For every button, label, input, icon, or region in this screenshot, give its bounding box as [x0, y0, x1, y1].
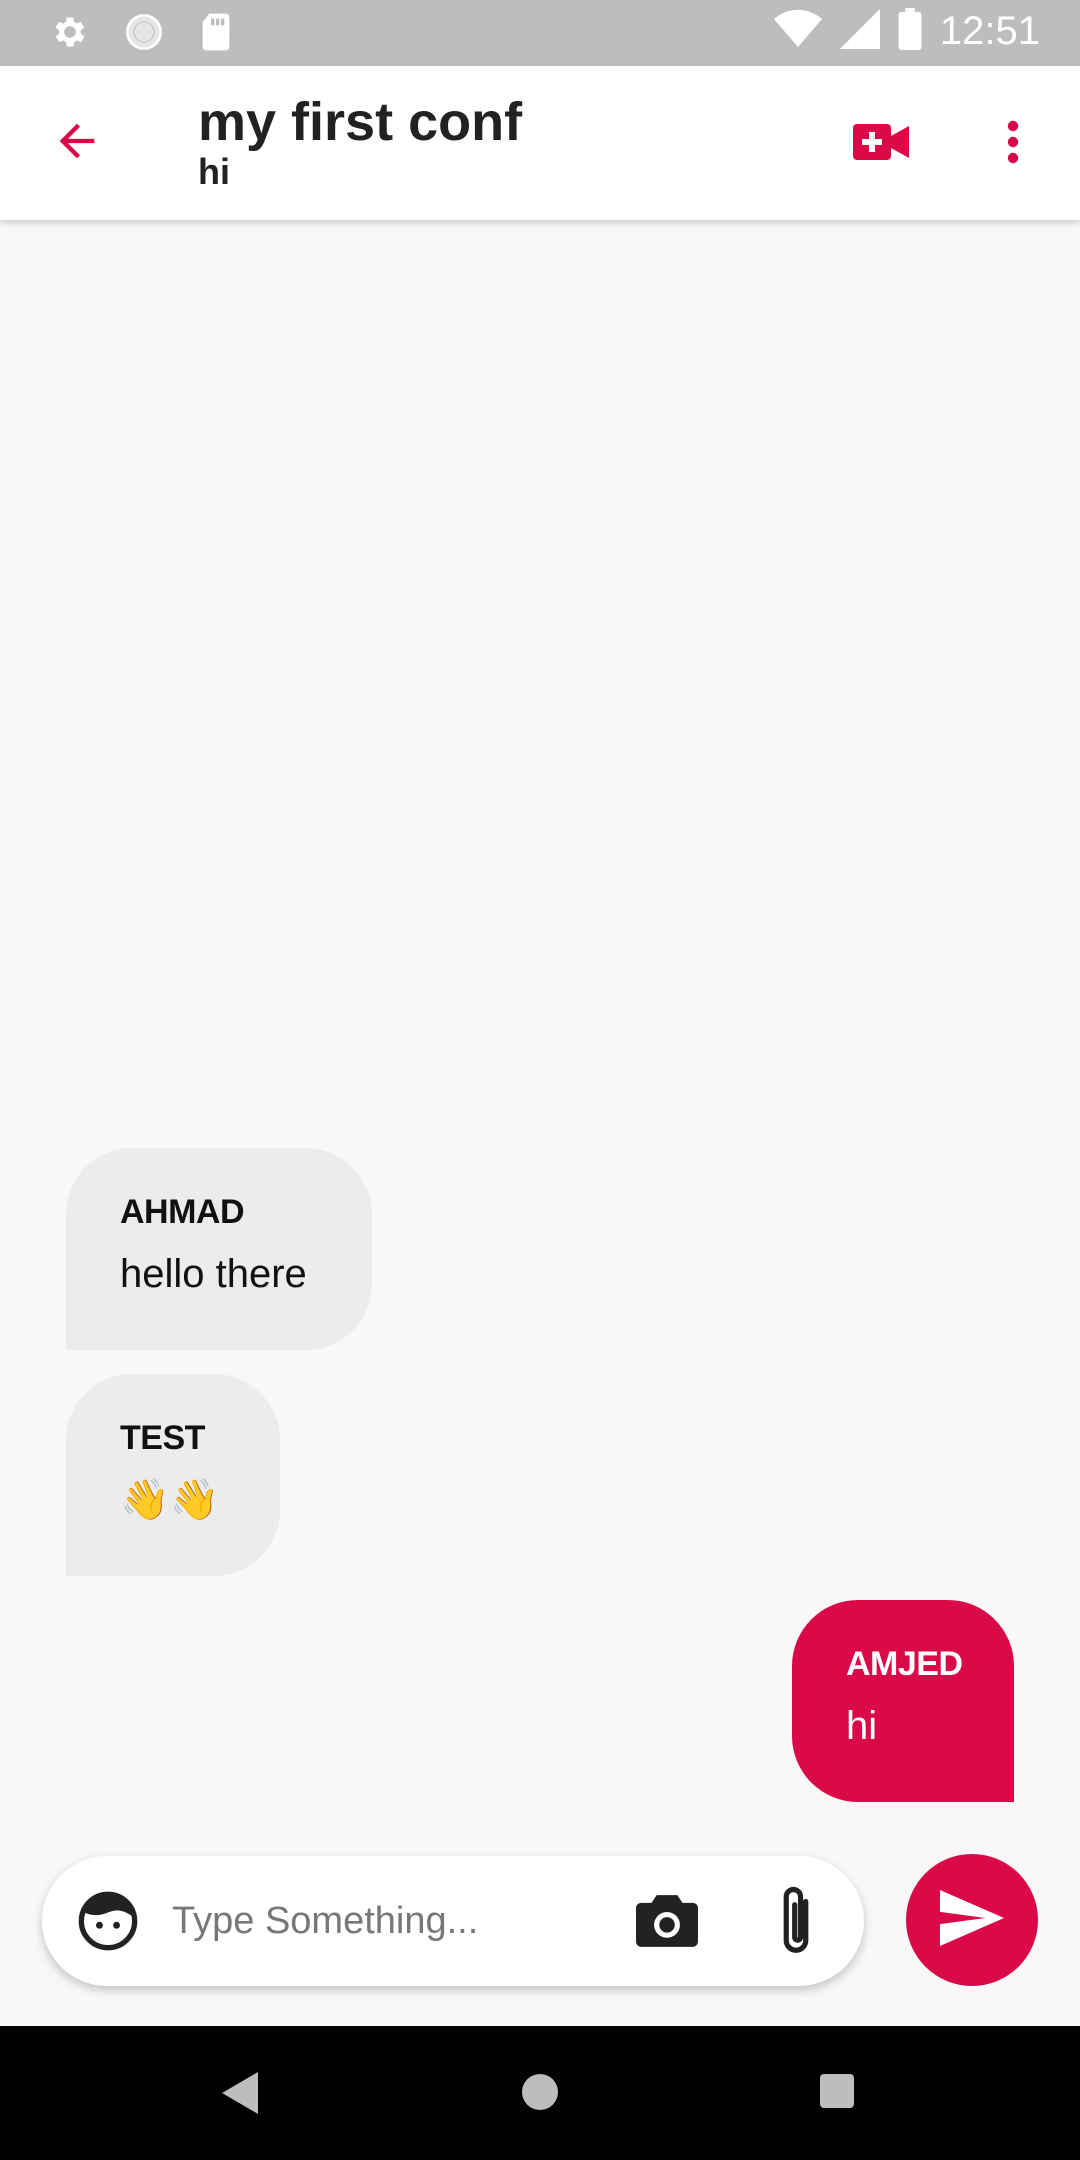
message-text: hello there — [120, 1252, 307, 1296]
wifi-icon — [773, 9, 822, 54]
attach-icon — [776, 1886, 816, 1964]
message-list[interactable]: AHMAD hello there TEST 👋👋 AMJED hi — [0, 220, 1080, 1838]
camera-button[interactable] — [636, 1892, 698, 1950]
back-arrow-icon — [51, 115, 103, 172]
message-text: 👋👋 — [120, 1478, 220, 1522]
message-input[interactable] — [172, 1886, 642, 1956]
message-composer — [42, 1856, 864, 1986]
gear-icon — [50, 12, 90, 57]
circle-icon — [124, 12, 164, 57]
system-nav-bar — [0, 2026, 1080, 2160]
send-button[interactable] — [906, 1854, 1038, 1986]
signal-icon — [839, 9, 880, 54]
battery-icon — [898, 8, 922, 55]
send-icon — [940, 1889, 1004, 1951]
emoji-button[interactable] — [76, 1889, 140, 1953]
nav-home-icon[interactable] — [522, 2074, 558, 2110]
more-options-button[interactable] — [990, 112, 1036, 176]
conversation-header[interactable]: my first conf hi — [198, 92, 522, 192]
more-vert-icon — [1006, 118, 1020, 171]
emoji-face-icon — [76, 1891, 140, 1957]
conversation-subtitle: hi — [198, 151, 230, 192]
app-bar: my first conf hi — [0, 66, 1080, 220]
back-button[interactable] — [44, 110, 110, 176]
message-bubble[interactable]: AMJED hi — [792, 1600, 1014, 1802]
video-call-button[interactable] — [846, 116, 916, 172]
conversation-title: my first conf — [198, 92, 523, 152]
camera-icon — [636, 1895, 698, 1954]
message-bubble[interactable]: AHMAD hello there — [66, 1148, 372, 1350]
video-call-icon — [853, 123, 909, 165]
status-bar: 12:51 — [0, 0, 1080, 66]
sd-card-icon — [198, 12, 234, 57]
clock: 12:51 — [939, 9, 1040, 53]
message-bubble[interactable]: TEST 👋👋 — [66, 1374, 280, 1576]
nav-back-icon[interactable] — [222, 2072, 258, 2119]
message-sender: TEST — [120, 1419, 205, 1457]
message-sender: AHMAD — [120, 1193, 245, 1231]
message-text: hi — [846, 1704, 878, 1748]
attach-button[interactable] — [776, 1882, 816, 1960]
nav-recents-icon[interactable] — [820, 2074, 854, 2108]
message-sender: AMJED — [846, 1645, 963, 1683]
